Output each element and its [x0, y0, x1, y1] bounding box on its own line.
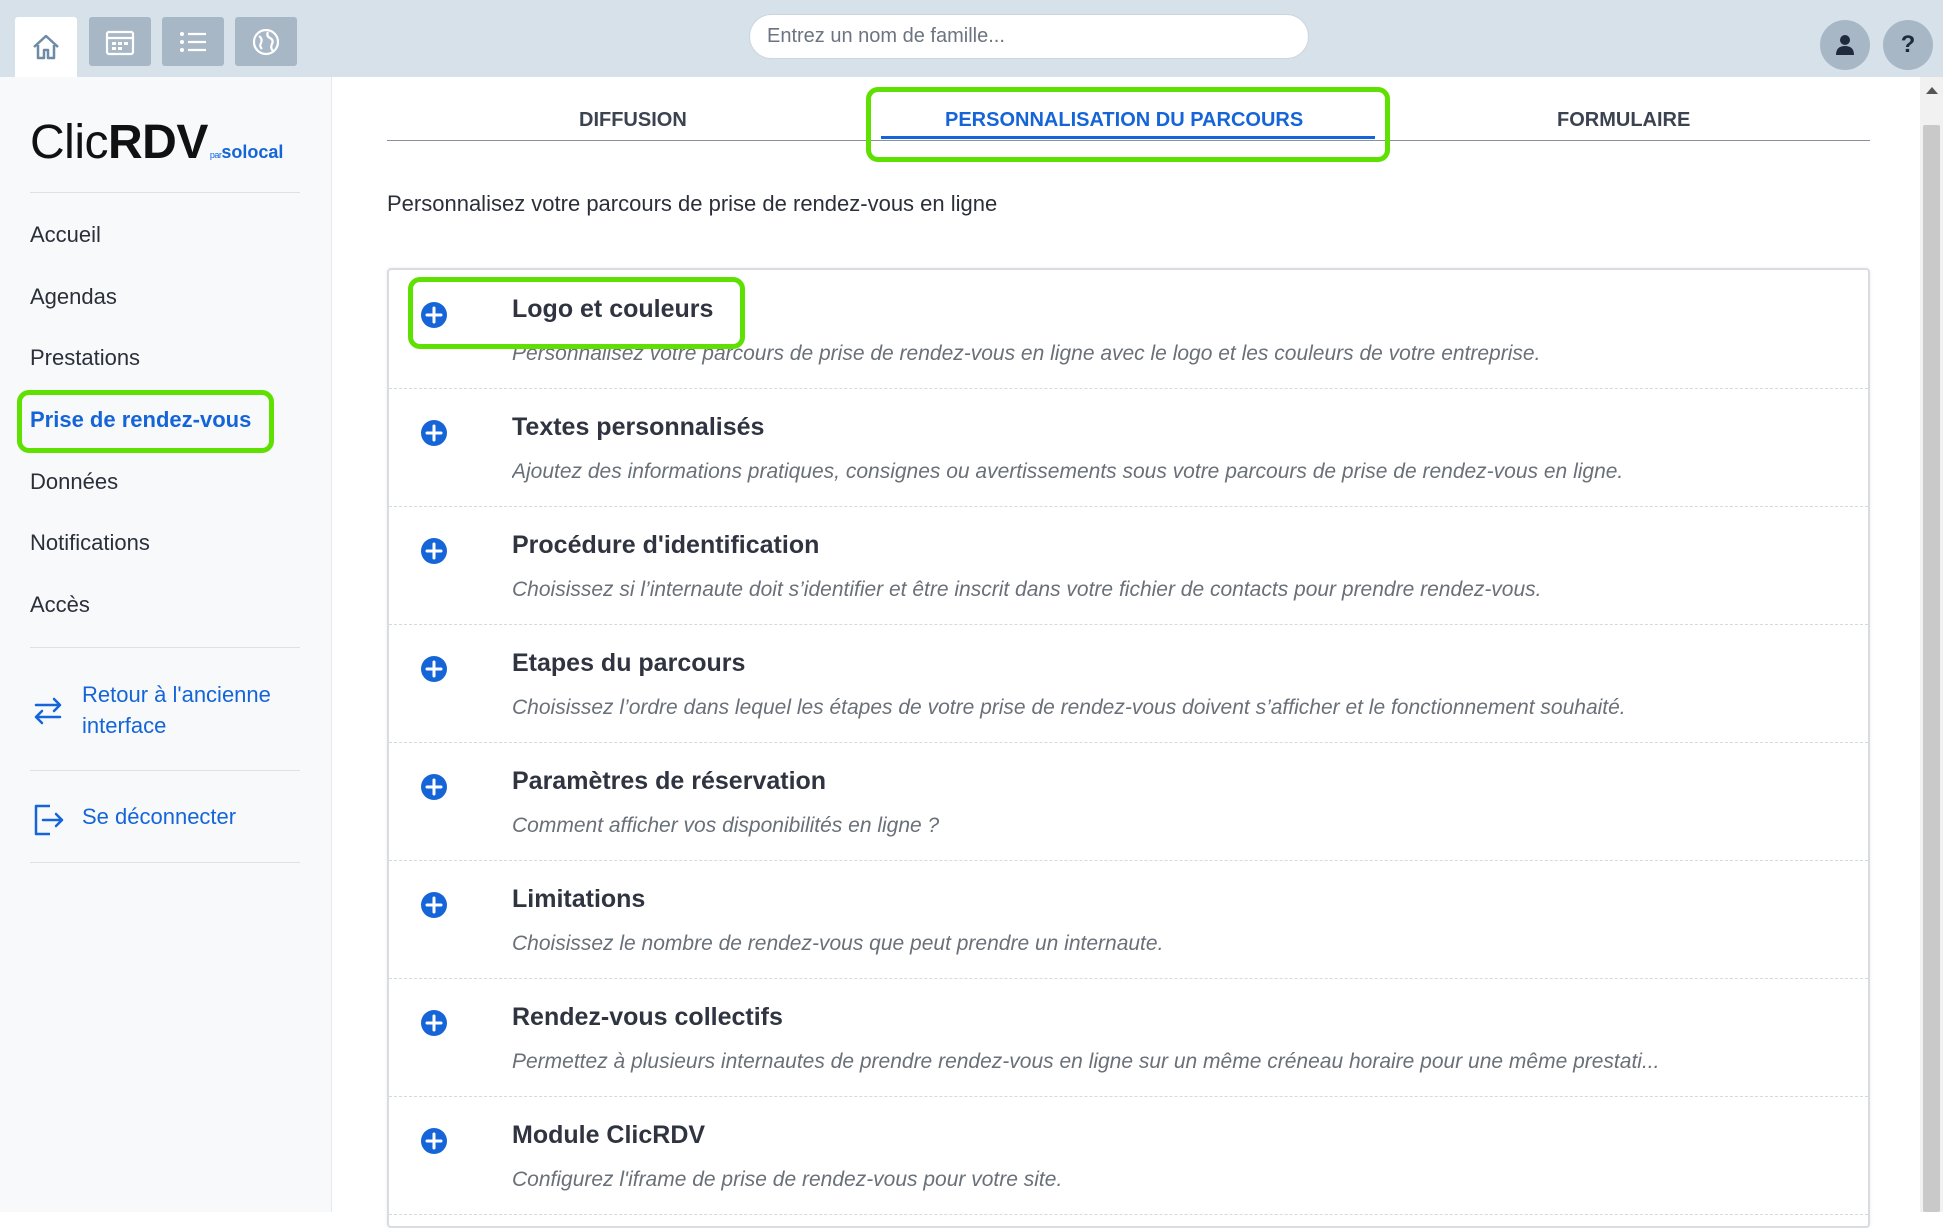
- accordion-item-limitations[interactable]: Limitations Choisissez le nombre de rend…: [389, 860, 1868, 979]
- page-intro: Personnalisez votre parcours de prise de…: [387, 191, 998, 216]
- calendar-icon: [105, 30, 135, 55]
- accordion-item-module-clicrdv[interactable]: Module ClicRDV Configurez l'iframe de pr…: [389, 1096, 1868, 1215]
- accordion-item-rendez-vous-collectifs[interactable]: Rendez-vous collectifs Permettez à plusi…: [389, 978, 1868, 1097]
- accordion-title: Procédure d'identification: [512, 531, 820, 559]
- tab-personnalisation-du-parcours[interactable]: PERSONNALISATION DU PARCOURS: [945, 109, 1303, 132]
- accordion-description: Configurez l'iframe de prise de rendez-v…: [512, 1168, 1063, 1191]
- plus-circle-icon[interactable]: [420, 301, 448, 329]
- logout-link[interactable]: Se déconnecter: [30, 801, 236, 837]
- home-button[interactable]: [15, 17, 77, 77]
- accordion-title: Paramètres de réservation: [512, 767, 827, 795]
- accordion-description: Comment afficher vos disponibilités en l…: [512, 814, 940, 837]
- accordion-title: Module ClicRDV: [512, 1121, 706, 1149]
- tab-diffusion[interactable]: DIFFUSION: [579, 109, 687, 132]
- clicrdv-logo[interactable]: ClicRDV parsolocal: [30, 115, 283, 170]
- logo-rdv: RDV: [108, 116, 208, 169]
- home-icon: [33, 34, 59, 60]
- user-icon: [1836, 35, 1854, 55]
- active-tab-indicator: [881, 136, 1375, 139]
- accordion-item-procedure-identification[interactable]: Procédure d'identification Choisissez si…: [389, 506, 1868, 625]
- plus-circle-icon[interactable]: [420, 891, 448, 919]
- globe-button[interactable]: [235, 17, 297, 66]
- swap-arrows-icon: [34, 697, 62, 725]
- tab-formulaire[interactable]: FORMULAIRE: [1557, 109, 1690, 132]
- back-to-old-interface-link[interactable]: Retour à l'ancienne interface: [30, 679, 271, 741]
- sidebar-item-donnees[interactable]: Données: [30, 469, 118, 495]
- logo-solocal: solocal: [221, 142, 284, 162]
- accordion-title: Logo et couleurs: [512, 295, 714, 323]
- sidebar-divider: [30, 770, 300, 771]
- logo-par: par: [209, 150, 222, 160]
- plus-circle-icon[interactable]: [420, 419, 448, 447]
- sidebar-item-prise-de-rendez-vous[interactable]: Prise de rendez-vous: [30, 407, 251, 433]
- accordion-description: Permettez à plusieurs internautes de pre…: [512, 1050, 1660, 1073]
- list-button[interactable]: [162, 17, 224, 66]
- tab-bar: DIFFUSION PERSONNALISATION DU PARCOURS F…: [387, 92, 1870, 141]
- sidebar-item-prestations[interactable]: Prestations: [30, 345, 140, 371]
- back-link-text: Retour à l'ancienne interface: [82, 679, 271, 741]
- accordion-description: Choisissez si l’internaute doit s’identi…: [512, 578, 1542, 601]
- logo-clic: Clic: [30, 116, 109, 169]
- accordion-description: Personnalisez votre parcours de prise de…: [512, 342, 1541, 365]
- accordion-title: Rendez-vous collectifs: [512, 1003, 783, 1031]
- accordion-item-etapes-parcours[interactable]: Etapes du parcours Choisissez l’ordre da…: [389, 624, 1868, 743]
- accordion-description: Choisissez le nombre de rendez-vous que …: [512, 932, 1164, 955]
- sidebar-item-accueil[interactable]: Accueil: [30, 222, 101, 248]
- sidebar-item-agendas[interactable]: Agendas: [30, 284, 117, 310]
- sidebar-divider: [30, 647, 300, 648]
- plus-circle-icon[interactable]: [420, 655, 448, 683]
- sidebar-item-notifications[interactable]: Notifications: [30, 530, 150, 556]
- settings-accordion: Logo et couleurs Personnalisez votre par…: [387, 268, 1870, 1228]
- accordion-title: Limitations: [512, 885, 646, 913]
- sidebar-divider: [30, 192, 300, 193]
- plus-circle-icon[interactable]: [420, 537, 448, 565]
- help-icon: ?: [1900, 31, 1916, 58]
- back-link-line2: interface: [82, 713, 167, 738]
- sidebar: ClicRDV parsolocal Accueil Agendas Presta…: [0, 77, 332, 1212]
- accordion-description: Ajoutez des informations pratiques, cons…: [512, 460, 1624, 483]
- scroll-up-arrow-icon[interactable]: [1926, 87, 1938, 94]
- help-button[interactable]: ?: [1883, 20, 1933, 70]
- back-link-line1: Retour à l'ancienne: [82, 682, 271, 707]
- top-bar: ?: [0, 0, 1943, 77]
- scroll-thumb[interactable]: [1923, 125, 1940, 1212]
- calendar-button[interactable]: [89, 17, 151, 66]
- logout-label: Se déconnecter: [82, 804, 237, 829]
- accordion-description: Choisissez l’ordre dans lequel les étape…: [512, 696, 1626, 719]
- accordion-item-parametres-reservation[interactable]: Paramètres de réservation Comment affich…: [389, 742, 1868, 861]
- accordion-title: Etapes du parcours: [512, 649, 746, 677]
- accordion-item-textes-personnalises[interactable]: Textes personnalisés Ajoutez des informa…: [389, 388, 1868, 507]
- user-button[interactable]: [1820, 20, 1870, 70]
- search-input[interactable]: [749, 14, 1309, 59]
- list-icon: [180, 31, 206, 52]
- sidebar-divider: [30, 862, 300, 863]
- globe-icon: [252, 28, 280, 55]
- scrollbar[interactable]: [1920, 77, 1943, 1212]
- accordion-title: Textes personnalisés: [512, 413, 765, 441]
- plus-circle-icon[interactable]: [420, 1009, 448, 1037]
- accordion-item-logo-couleurs[interactable]: Logo et couleurs Personnalisez votre par…: [389, 270, 1868, 389]
- logout-icon: [34, 804, 64, 836]
- plus-circle-icon[interactable]: [420, 1127, 448, 1155]
- sidebar-item-acces[interactable]: Accès: [30, 592, 90, 618]
- plus-circle-icon[interactable]: [420, 773, 448, 801]
